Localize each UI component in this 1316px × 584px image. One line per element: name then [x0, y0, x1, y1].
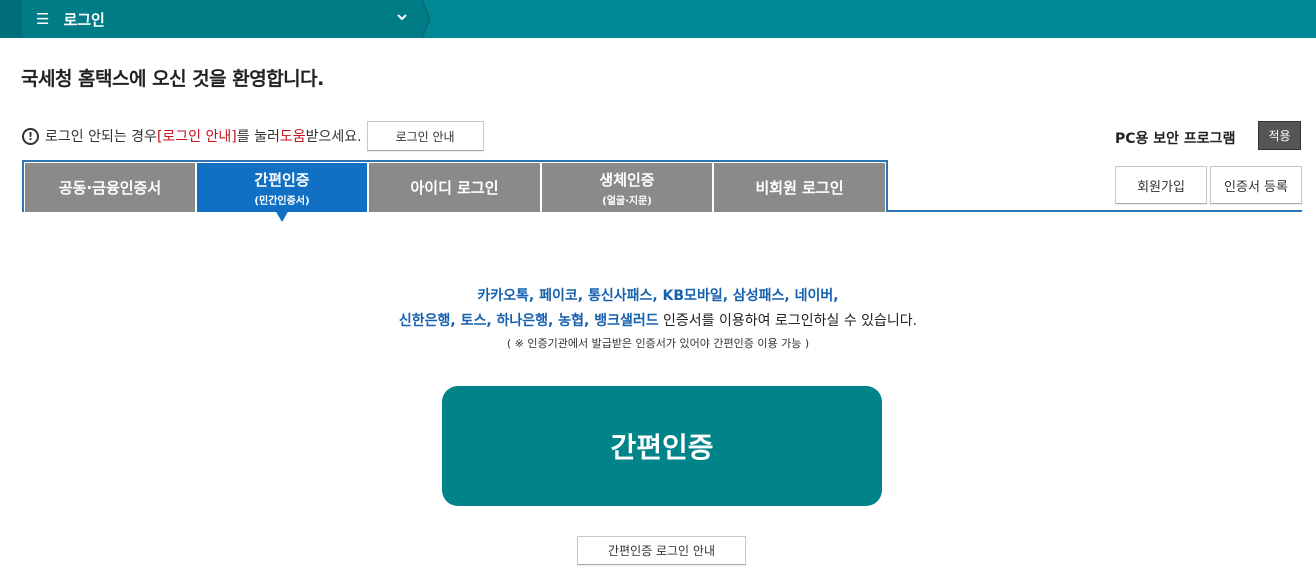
description-line-2: 신한은행, 토스, 하나은행, 농협, 뱅크샐러드 인증서를 이용하여 로그인하…	[0, 309, 1316, 334]
topbar-left-edge	[0, 0, 22, 38]
tab-label: 비회원 로그인	[755, 179, 844, 197]
provider-list-2: 신한은행, 토스, 하나은행, 농협, 뱅크샐러드	[398, 313, 659, 329]
chevron-down-icon	[396, 11, 408, 27]
description-note: ( ※ 인증기관에서 발급받은 인증서가 있어야 간편인증 이용 가능 )	[506, 337, 810, 350]
notice-text-middle: 를 눌러	[236, 129, 280, 145]
tab-simple-auth[interactable]: 간편인증 (민간인증서)	[197, 163, 367, 212]
top-navigation-bar: ☰ 로그인	[0, 0, 1316, 38]
signup-button[interactable]: 회원가입	[1115, 166, 1207, 204]
page-title: 국세청 홈택스에 오신 것을 환영합니다.	[21, 68, 324, 90]
tab-label: 아이디 로그인	[410, 179, 499, 197]
tab-label: 공동·금융인증서	[58, 179, 162, 197]
tab-joint-certificate[interactable]: 공동·금융인증서	[25, 163, 195, 212]
description-line-1: 카카오톡, 페이코, 통신사패스, KB모바일, 삼성패스, 네이버,	[0, 284, 1316, 309]
simple-auth-login-button[interactable]: 간편인증	[442, 386, 882, 506]
tab-label: 생체인증	[599, 170, 655, 189]
tab-sublabel: (얼굴·지문)	[602, 195, 652, 207]
notice-text-before: 로그인 안되는 경우	[45, 129, 157, 145]
info-circle-icon: !	[22, 127, 39, 145]
tab-biometric[interactable]: 생체인증 (얼굴·지문)	[542, 163, 712, 212]
notice-help-text: 도움	[279, 129, 306, 145]
cert-register-button[interactable]: 인증서 등록	[1210, 166, 1302, 204]
simple-auth-guide-button[interactable]: 간편인증 로그인 안내	[577, 536, 746, 565]
tab-guest-login[interactable]: 비회원 로그인	[714, 163, 885, 212]
tabs-underline	[886, 210, 1302, 212]
provider-list-1: 카카오톡, 페이코, 통신사패스, KB모바일, 삼성패스, 네이버,	[477, 288, 839, 304]
apply-security-button[interactable]: 적용	[1258, 121, 1301, 150]
simple-auth-description: 카카오톡, 페이코, 통신사패스, KB모바일, 삼성패스, 네이버, 신한은행…	[0, 284, 1316, 353]
tab-id-login[interactable]: 아이디 로그인	[369, 163, 540, 212]
menu-dropdown[interactable]: ☰ 로그인	[22, 0, 422, 38]
hamburger-icon: ☰	[36, 10, 50, 28]
tab-sublabel: (민간인증서)	[254, 195, 310, 207]
notice-text-after: 받으세요.	[305, 129, 362, 145]
login-guide-button[interactable]: 로그인 안내	[366, 121, 484, 151]
active-tab-pointer	[275, 210, 289, 222]
tab-label: 간편인증	[254, 170, 310, 189]
notice-link-text: [로그인 안내]	[156, 129, 237, 145]
description-text: 인증서를 이용하여 로그인하실 수 있습니다.	[658, 313, 918, 329]
menu-label: 로그인	[63, 10, 105, 29]
security-program-label: PC용 보안 프로그램	[1115, 131, 1236, 147]
login-help-notice: ! 로그인 안되는 경우 [로그인 안내] 를 눌러 도움 받으세요. 로그인 …	[22, 121, 484, 151]
